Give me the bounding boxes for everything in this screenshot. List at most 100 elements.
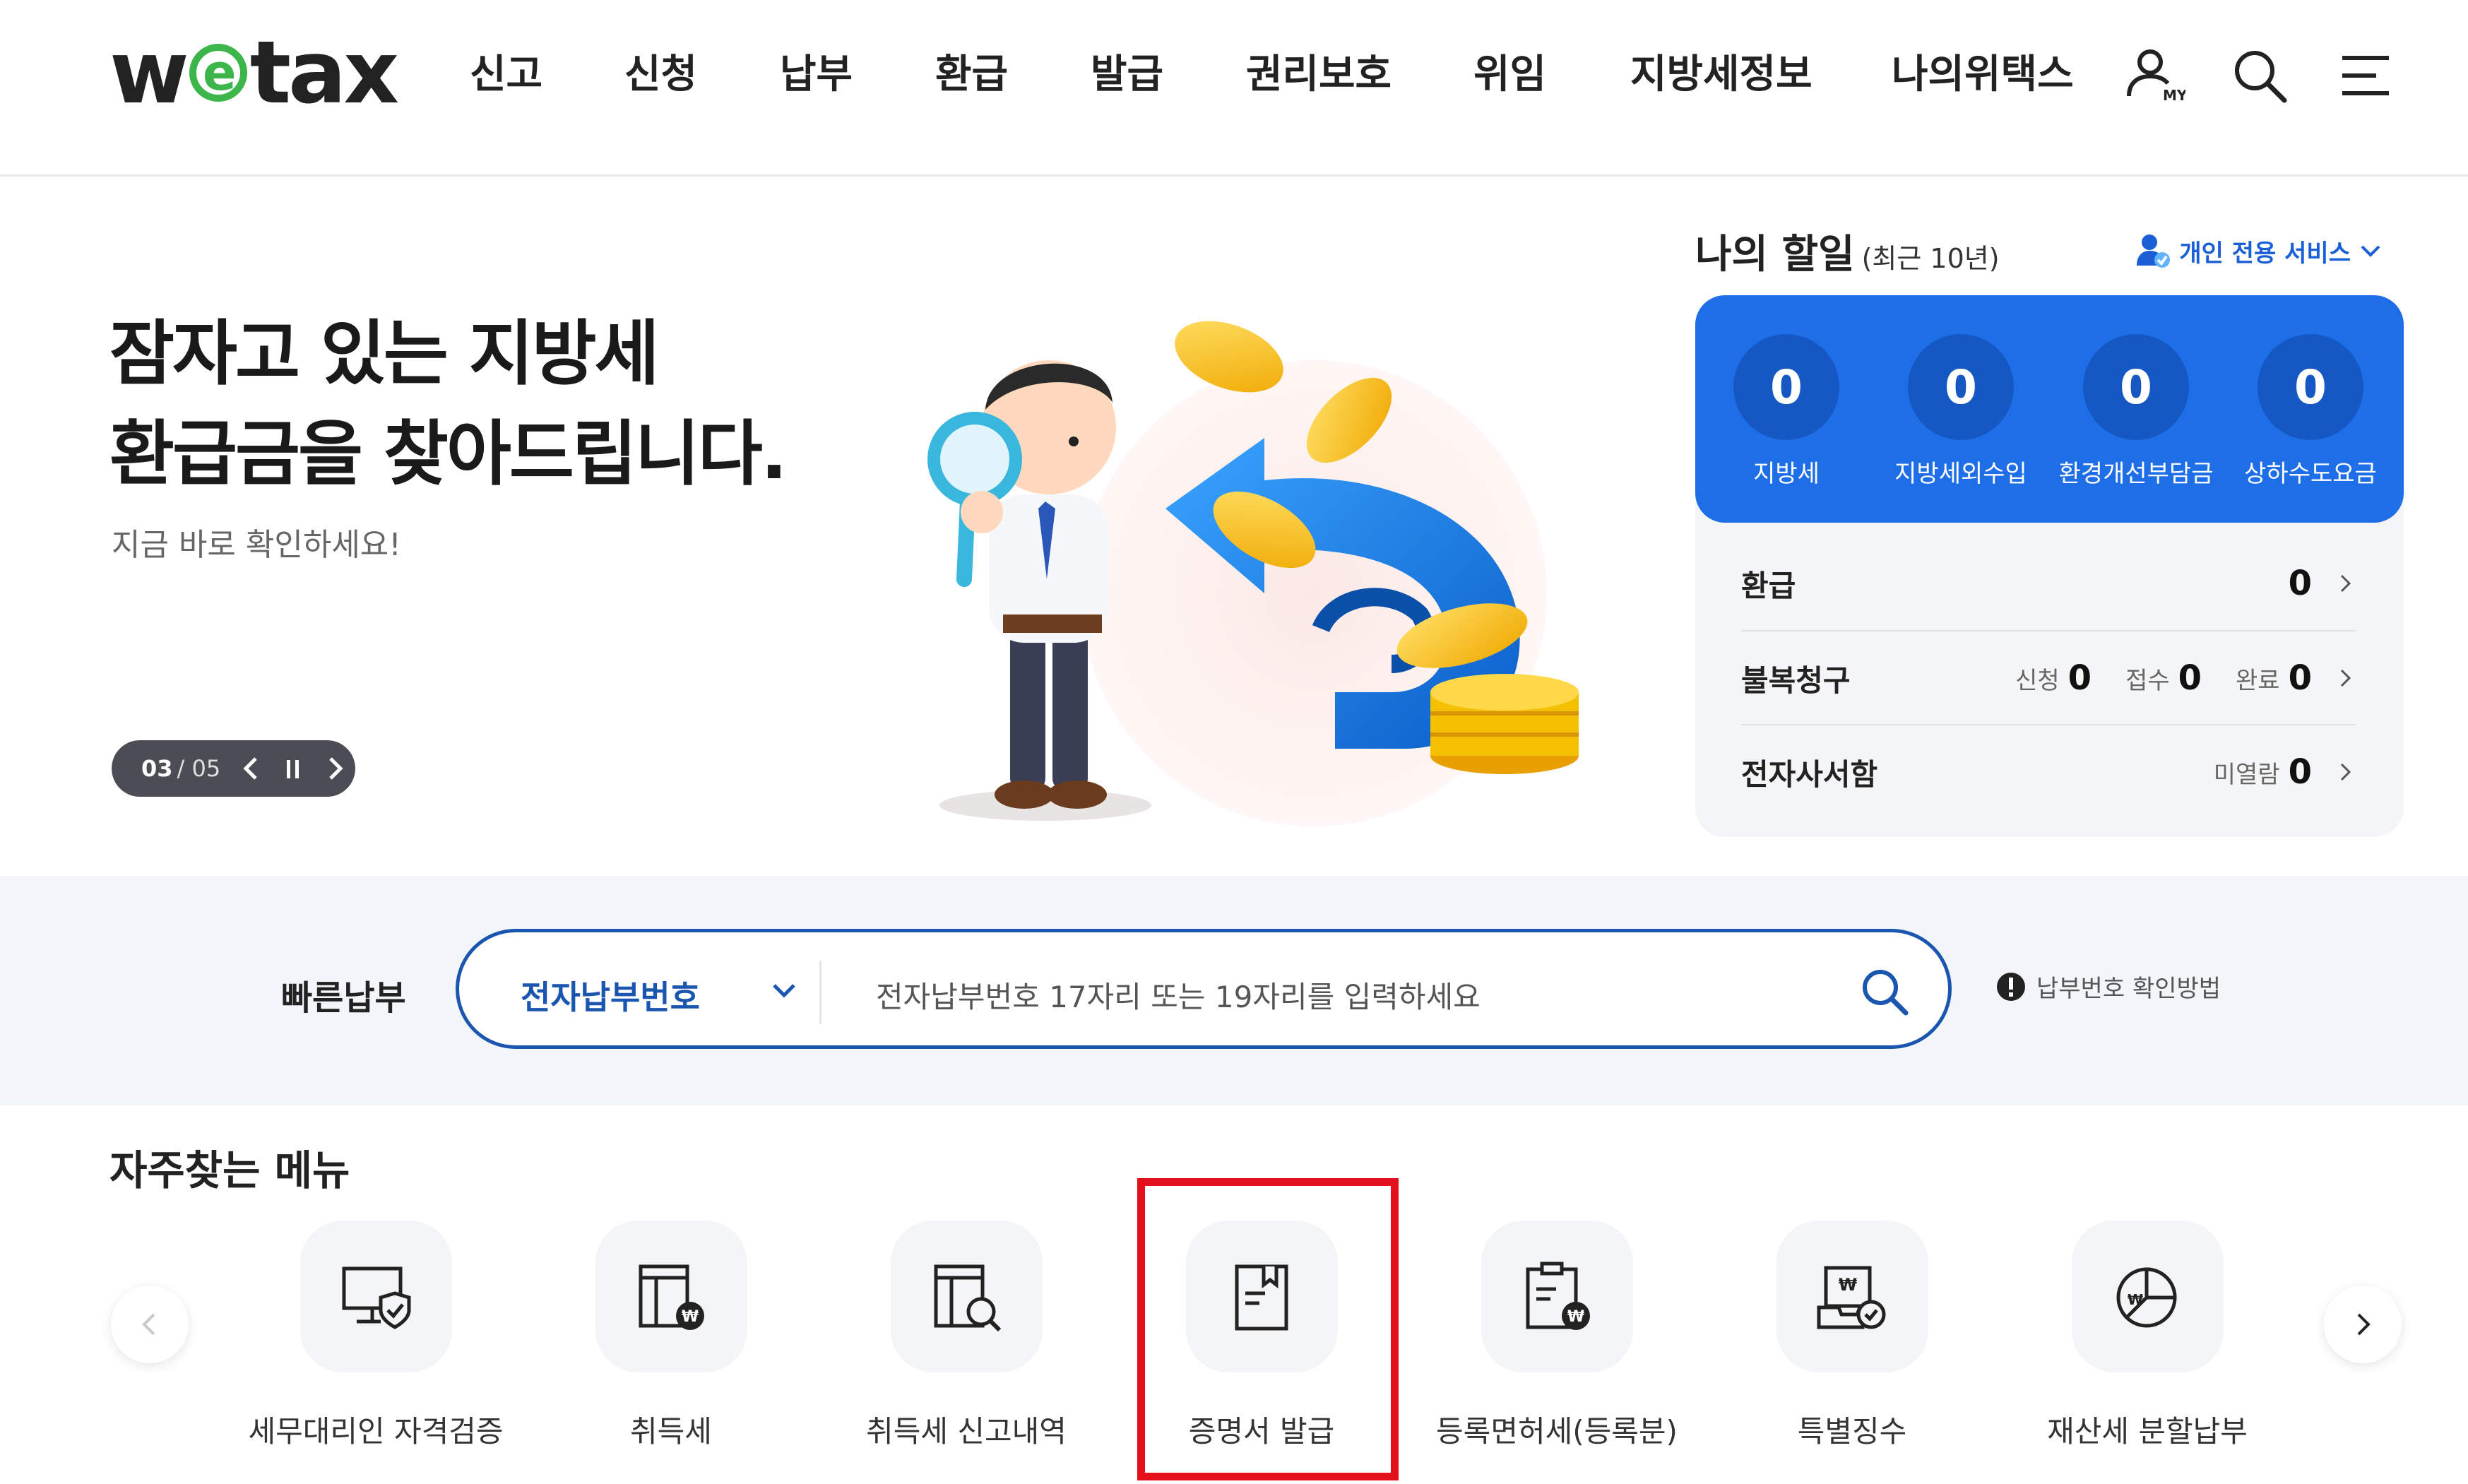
refund-label: 환급	[1741, 568, 1796, 603]
payment-number-help-label: 납부번호 확인방법	[2036, 975, 2221, 1003]
mailbox-row[interactable]: 전자사서함 미열람 0	[1741, 725, 2356, 819]
chevron-left-icon	[142, 1313, 155, 1336]
menu-item-special-collection[interactable]: ₩ 특별징수	[1704, 1221, 2000, 1451]
hero-subtitle: 지금 바로 확인하세요!	[112, 527, 401, 563]
appeal-receipt-value: 0	[2178, 658, 2202, 698]
clipboard-won-icon: ₩	[1526, 1262, 1590, 1330]
svg-text:₩: ₩	[682, 1308, 699, 1326]
wetax-logo[interactable]: w e tax	[109, 23, 399, 123]
tray-check-icon: ₩	[1817, 1266, 1886, 1329]
count-value: 0	[2258, 334, 2363, 440]
svg-text:₩: ₩	[1567, 1308, 1584, 1326]
coin-stack	[1430, 674, 1579, 774]
chevron-down-icon[interactable]	[769, 975, 800, 1006]
chevron-down-icon	[2361, 245, 2380, 257]
payment-type-select[interactable]: 전자납부번호	[521, 972, 700, 1019]
svg-text:₩: ₩	[2128, 1291, 2143, 1308]
menu-icon[interactable]	[2334, 44, 2397, 107]
select-divider	[819, 961, 821, 1024]
menu-item-acquisition-tax-history[interactable]: 취득세 신고내역	[818, 1221, 1115, 1451]
pager-total: / 05	[177, 755, 221, 782]
menu-item-property-tax-installment[interactable]: ₩ 재산세 분할납부	[1999, 1221, 2296, 1451]
pause-icon[interactable]	[284, 756, 302, 781]
count-label: 지방세외수입	[1894, 460, 2027, 488]
menu-prev-button[interactable]	[111, 1286, 189, 1363]
personal-service-dropdown[interactable]: 개인 전용 서비스	[2134, 232, 2383, 270]
payment-number-help-link[interactable]: 납부번호 확인방법	[1995, 969, 2221, 1004]
menu-label: 취득세 신고내역	[866, 1414, 1067, 1449]
menu-icon-tile: ₩	[1776, 1221, 1928, 1372]
count-environment-charge[interactable]: 0 환경개선부담금	[2049, 334, 2223, 489]
refund-illustration	[927, 321, 1579, 826]
chevron-right-icon	[2340, 574, 2351, 593]
my-account-icon[interactable]: MY	[2122, 44, 2185, 107]
count-label: 상하수도요금	[2244, 460, 2377, 488]
menu-label: 등록면허세(등록분)	[1436, 1414, 1678, 1449]
chevron-left-icon[interactable]	[242, 756, 260, 781]
menu-label: 취득세	[630, 1414, 712, 1449]
my-tasks-title-text: 나의 할일	[1695, 232, 1855, 278]
nav-item-delegation[interactable]: 위임	[1473, 42, 1630, 100]
count-label: 지방세	[1753, 460, 1820, 488]
menu-icon-tile: ₩	[595, 1221, 747, 1372]
menu-item-registration-license-tax[interactable]: ₩ 등록면허세(등록분)	[1408, 1221, 1705, 1451]
building-won-icon: ₩	[639, 1264, 704, 1330]
my-label: MY	[2163, 87, 2185, 104]
payment-number-input[interactable]: 전자납부번호 17자리 또는 19자리를 입력하세요	[876, 973, 1481, 1016]
logo-text-tax: tax	[249, 23, 399, 123]
appeal-done-value: 0	[2288, 658, 2312, 698]
appeal-apply-value: 0	[2067, 658, 2092, 698]
quick-pay-box: 전자납부번호 전자납부번호 17자리 또는 19자리를 입력하세요	[456, 929, 1952, 1049]
menu-label: 세무대리인 자격검증	[248, 1414, 504, 1449]
highlight-box	[1137, 1178, 1399, 1480]
header-icons: MY	[2122, 44, 2397, 107]
banner-pager: 03 / 05	[112, 740, 355, 797]
search-icon[interactable]	[2228, 44, 2291, 107]
menu-item-acquisition-tax[interactable]: ₩ 취득세	[523, 1221, 819, 1451]
mailbox-unread-label: 미열람	[2213, 760, 2280, 789]
count-water-fee[interactable]: 0 상하수도요금	[2224, 334, 2397, 489]
refund-value: 0	[2288, 564, 2312, 603]
monitor-shield-icon	[342, 1266, 411, 1329]
appeal-label: 불복청구	[1741, 663, 1851, 698]
frequent-menu-title: 자주찾는 메뉴	[109, 1146, 350, 1194]
nav-item-my-wetax[interactable]: 나의위택스	[1892, 42, 2074, 100]
appeal-done-label: 완료	[2236, 666, 2280, 695]
menu-item-agent-verification[interactable]: 세무대리인 자격검증	[227, 1221, 524, 1451]
nav-item-issue[interactable]: 발급	[1091, 42, 1246, 100]
main-nav: 신고 신청 납부 환급 발급 권리보호 위임 지방세정보 나의위택스	[470, 42, 2074, 100]
menu-icon-tile: ₩	[1481, 1221, 1633, 1372]
refund-row[interactable]: 환급 0	[1741, 537, 2356, 630]
nav-item-local-tax-info[interactable]: 지방세정보	[1630, 42, 1892, 100]
logo-e-circle: e	[189, 44, 247, 102]
menu-label: 특별징수	[1797, 1414, 1907, 1449]
count-label: 환경개선부담금	[2058, 460, 2214, 488]
my-tasks-counts-card: 0 지방세 0 지방세외수입 0 환경개선부담금 0 상하수도요금	[1695, 295, 2404, 523]
count-value: 0	[2083, 334, 2189, 440]
count-local-tax[interactable]: 0 지방세	[1699, 334, 1873, 489]
count-value: 0	[1908, 334, 2014, 440]
nav-item-report[interactable]: 신고	[470, 42, 624, 100]
hero-title-line1: 잠자고 있는 지방세	[109, 312, 660, 395]
hero-title-line2: 환급금을 찾아드립니다.	[109, 412, 788, 495]
nav-item-apply[interactable]: 신청	[624, 42, 780, 100]
count-value: 0	[1733, 334, 1839, 440]
appeal-row[interactable]: 불복청구 신청 0 접수 0 완료 0	[1741, 631, 2356, 725]
appeal-receipt-label: 접수	[2125, 666, 2170, 695]
menu-label: 재산세 분할납부	[2047, 1414, 2248, 1449]
count-non-tax-revenue[interactable]: 0 지방세외수입	[1874, 334, 2048, 489]
chevron-right-icon[interactable]	[326, 756, 345, 781]
menu-next-button[interactable]	[2324, 1286, 2402, 1363]
search-icon[interactable]	[1856, 963, 1913, 1020]
site-header: w e tax 신고 신청 납부 환급 발급 권리보호 위임 지방세정보 나의위…	[0, 0, 2468, 177]
nav-item-pay[interactable]: 납부	[780, 42, 935, 100]
info-icon	[1997, 972, 2025, 1001]
menu-icon-tile	[890, 1221, 1043, 1372]
mailbox-label: 전자사서함	[1741, 756, 1878, 792]
mailbox-unread-value: 0	[2288, 752, 2312, 792]
pager-current: 03	[141, 755, 173, 782]
nav-item-rights-protection[interactable]: 권리보호	[1246, 42, 1473, 100]
nav-item-refund[interactable]: 환급	[935, 42, 1091, 100]
menu-icon-tile: ₩	[2071, 1221, 2224, 1372]
building-search-icon	[934, 1264, 1002, 1331]
